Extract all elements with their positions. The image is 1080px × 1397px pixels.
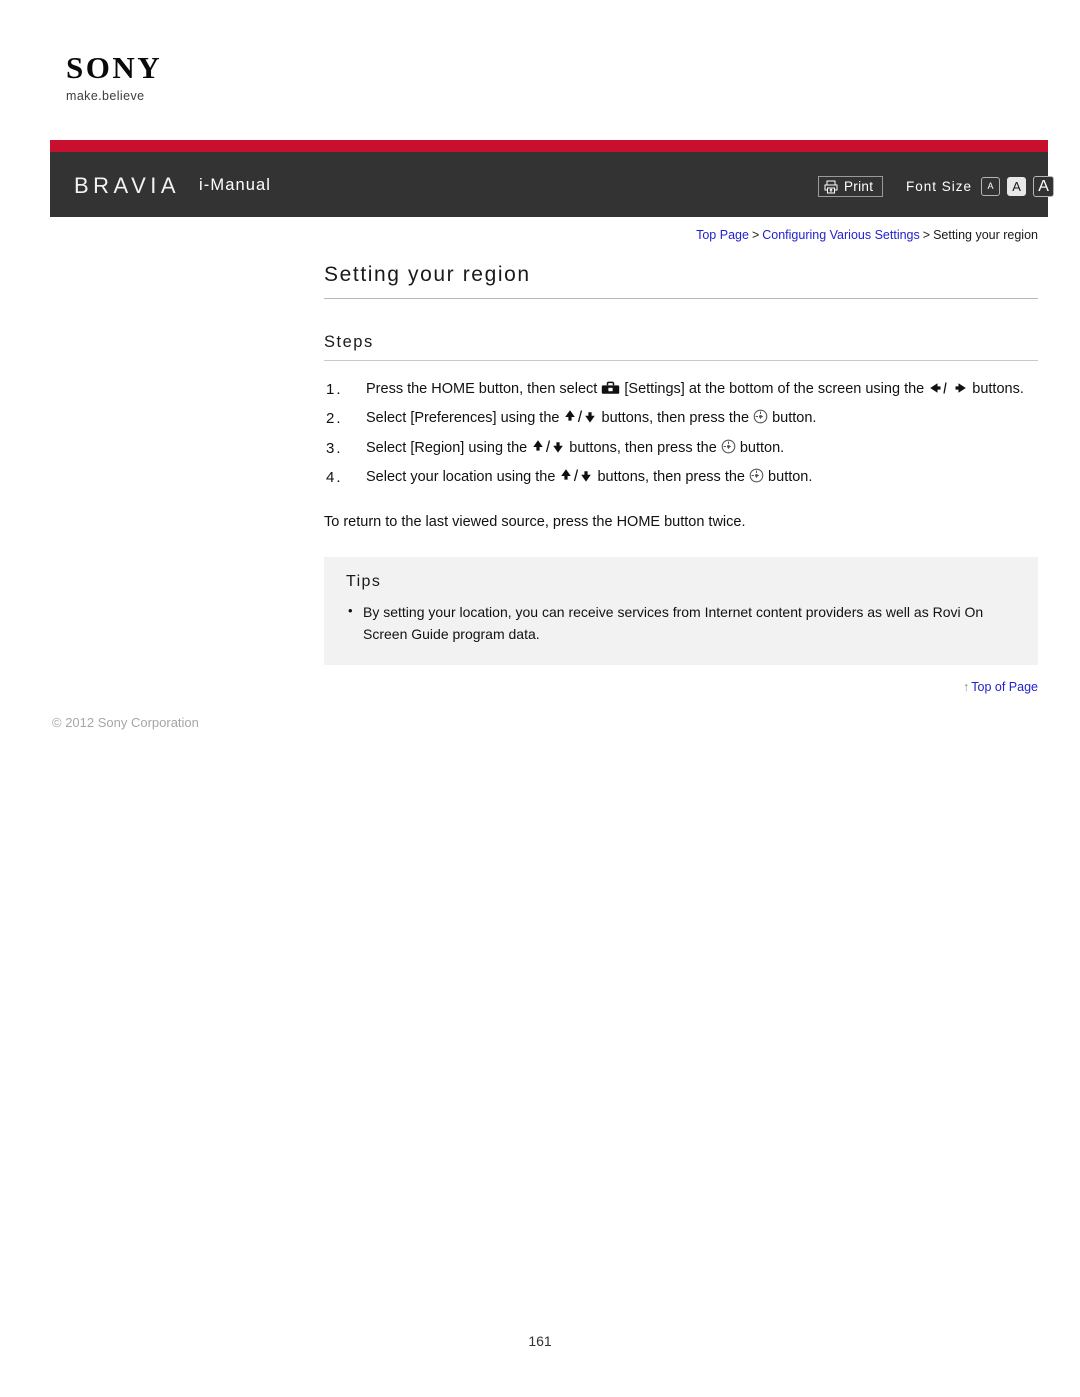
step-number: 1. [326,380,343,398]
steps-list: 1. Press the HOME button, then select [Se… [324,378,1038,491]
bravia-logo: BRAVIA [74,173,181,198]
print-button-label: Print [844,178,874,194]
steps-heading: Steps [324,333,1038,361]
printer-icon [824,180,838,194]
breadcrumb-separator: > [751,228,760,242]
breadcrumb-separator: > [922,228,931,242]
font-size-label: Font Size [906,178,973,194]
font-size-medium-button[interactable]: A [1007,177,1027,196]
step-number: 2. [326,410,343,428]
step-text: Select [Preferences] using the buttons, … [366,410,816,426]
breadcrumb-item-configuring-various-settings[interactable]: Configuring Various Settings [762,228,920,242]
imanual-title: i-Manual [199,176,272,194]
step-item: 1. Press the HOME button, then select [Se… [324,378,1038,402]
tips-list: By setting your location, you can receiv… [346,601,1016,646]
up-down-arrows-icon [531,439,565,461]
up-arrow-icon: ↑ [963,680,970,694]
font-size-group: Font Size A A A [906,176,1055,197]
step-text: Select [Region] using the buttons, then … [366,439,784,456]
up-down-arrows-icon [559,468,593,490]
enter-dpad-icon [721,439,736,461]
enter-dpad-icon [753,409,768,431]
copyright-notice: © 2012 Sony Corporation [52,715,199,730]
return-note: To return to the last viewed source, pre… [324,513,746,530]
enter-dpad-icon [749,468,764,490]
font-size-small-button[interactable]: A [981,177,1001,196]
breadcrumb-item-current: Setting your region [933,228,1038,242]
step-item: 2. Select [Preferences] using the buttons… [324,407,1038,431]
step-text: Select your location using the buttons, … [366,469,812,485]
step-item: 4. Select your location using the buttons… [324,466,1038,490]
settings-toolbox-icon [601,380,620,402]
left-right-arrows-icon [928,380,968,402]
step-number: 3. [326,439,343,457]
tips-box: Tips By setting your location, you can r… [324,556,1038,666]
font-size-large-button[interactable]: A [1033,176,1055,197]
step-item: 3. Select [Region] using the buttons, the… [324,437,1038,461]
header-red-band [50,140,1048,152]
breadcrumb-item-top-page[interactable]: Top Page [696,228,749,242]
print-button[interactable]: Print [818,176,884,197]
step-number: 4. [326,469,343,487]
page-title: Setting your region [324,262,1038,300]
top-of-page-link[interactable]: ↑ Top of Page [963,681,1038,694]
tips-heading: Tips [346,572,382,590]
page-number: 161 [528,1333,552,1349]
breadcrumb: Top Page > Configuring Various Settings > Se… [696,229,1038,242]
top-of-page-label: Top of Page [971,680,1038,694]
up-down-arrows-icon [563,409,597,431]
tip-item: By setting your location, you can receiv… [346,601,1016,646]
sony-wordmark: SONY [66,50,163,85]
sony-tagline: make.believe [66,89,145,103]
step-text: Press the HOME button, then select [Sett… [366,381,1024,397]
sony-logo: SONY make.believe [66,52,246,103]
content-column: Setting your region Steps 1. Press the HO… [324,262,1038,666]
